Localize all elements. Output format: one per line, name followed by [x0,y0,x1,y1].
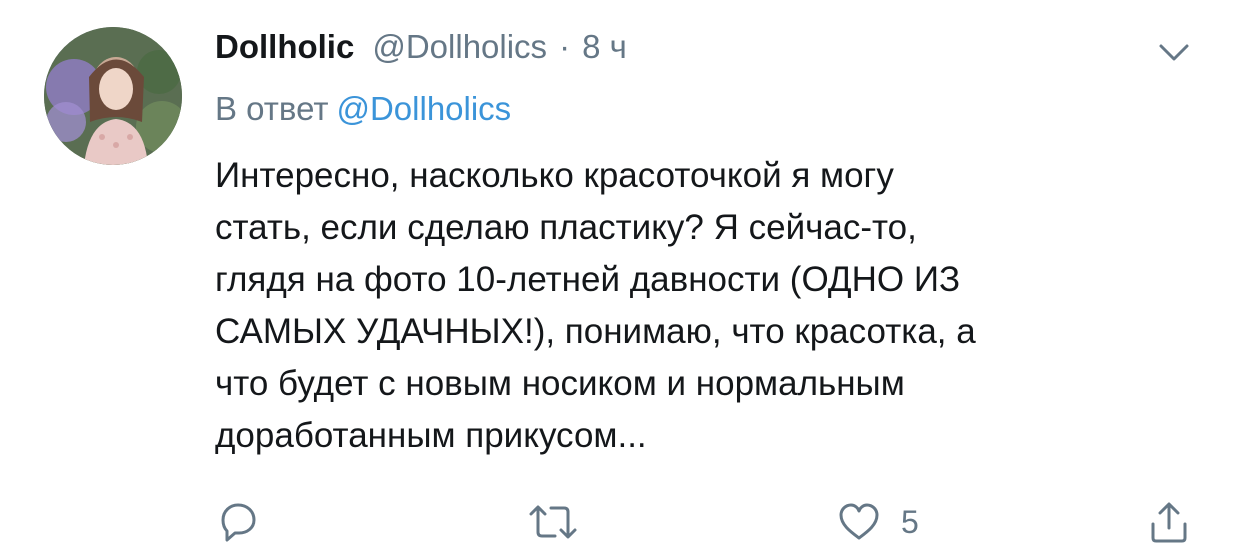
share-button[interactable] [1147,496,1191,548]
share-icon [1151,502,1187,543]
like-button[interactable]: 5 [837,496,919,548]
tweet-header: Dollholic @Dollholics · 8 ч [215,28,627,74]
reply-icon [221,503,256,542]
tweet-text-line: доработанным прикусом... [215,416,647,455]
heart-icon [839,503,879,540]
reply-context: В ответ @Dollholics [215,90,511,128]
timestamp[interactable]: 8 ч [582,28,627,66]
tweet-text-line: стать, если сделаю пластику? Я сейчас-то… [215,208,917,247]
avatar[interactable] [44,27,182,165]
reply-button[interactable] [215,496,261,548]
user-handle[interactable]: @Dollholics [372,28,547,66]
reply-to-handle[interactable]: @Dollholics [336,90,511,127]
tweet-text-line: Интересно, насколько красоточкой я могу [215,156,894,195]
chevron-down-icon [1159,44,1189,61]
avatar-image [44,27,182,165]
like-count: 5 [901,503,919,540]
tweet-actions: 5 [215,496,1205,548]
more-menu-button[interactable] [1158,42,1190,64]
separator-dot: · [559,28,571,65]
tweet-text-line: что будет с новым носиком и нормальным [215,364,905,403]
tweet-text-line: САМЫХ УДАЧНЫХ!), понимаю, что красотка, … [215,312,976,351]
tweet-text: Интересно, насколько красоточкой я могу … [215,150,1205,462]
reply-prefix: В ответ [215,90,329,127]
tweet-text-line: глядя на фото 10-летней давности (ОДНО И… [215,260,961,299]
retweet-button[interactable] [527,496,579,548]
retweet-icon [529,505,577,539]
display-name[interactable]: Dollholic [215,28,354,66]
